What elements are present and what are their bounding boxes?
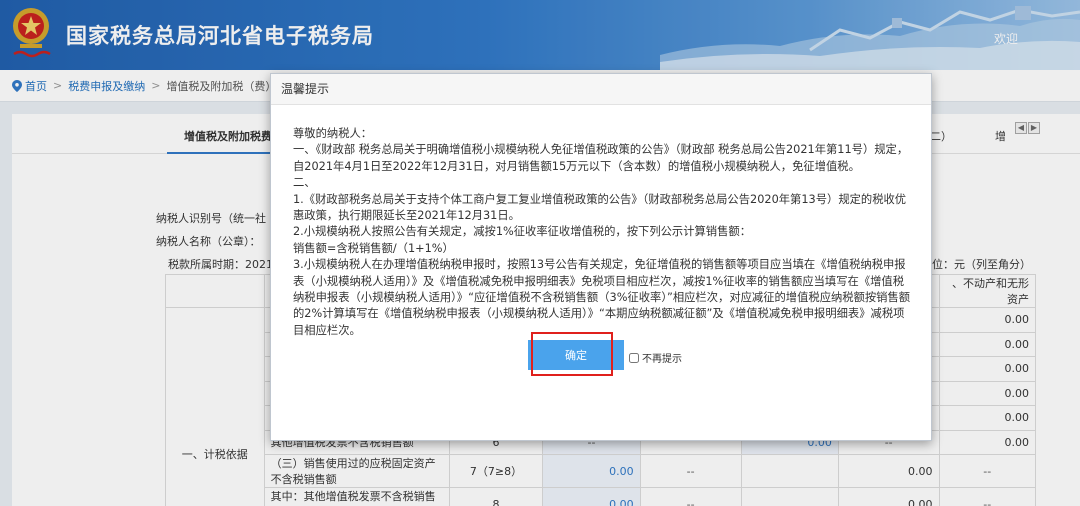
dialog-para-2-3: 3.小规模纳税人在办理增值税纳税申报时，按照13号公告有关规定，免征增值税的销售…: [293, 258, 911, 337]
dialog-title: 温馨提示: [271, 74, 931, 105]
red-highlight-box: [531, 332, 613, 376]
dialog-greeting: 尊敬的纳税人：: [293, 127, 373, 140]
dialog-para-2-1: 1.《财政部税务总局关于支持个体工商户复工复业增值税政策的公告》（财政部税务总局…: [293, 192, 907, 223]
dialog-formula: 销售额=含税销售额/（1+1%）: [293, 241, 454, 255]
no-show-again[interactable]: 不再提示: [629, 350, 682, 365]
dialog-para-2-head: 二、: [293, 176, 316, 190]
dialog-para-1: 一、《财政部 税务总局关于明确增值税小规模纳税人免征增值税政策的公告》（财政部 …: [293, 143, 909, 173]
dialog-body: 尊敬的纳税人： 一、《财政部 税务总局关于明确增值税小规模纳税人免征增值税政策的…: [293, 126, 913, 339]
dialog-para-2-2: 2.小规模纳税人按照公告有关规定，减按1%征收率征收增值税的，按下列公示计算销售…: [293, 225, 751, 239]
no-show-checkbox[interactable]: [629, 352, 639, 363]
no-show-label: 不再提示: [642, 354, 682, 365]
reminder-dialog: 温馨提示 尊敬的纳税人： 一、《财政部 税务总局关于明确增值税小规模纳税人免征增…: [270, 73, 932, 441]
